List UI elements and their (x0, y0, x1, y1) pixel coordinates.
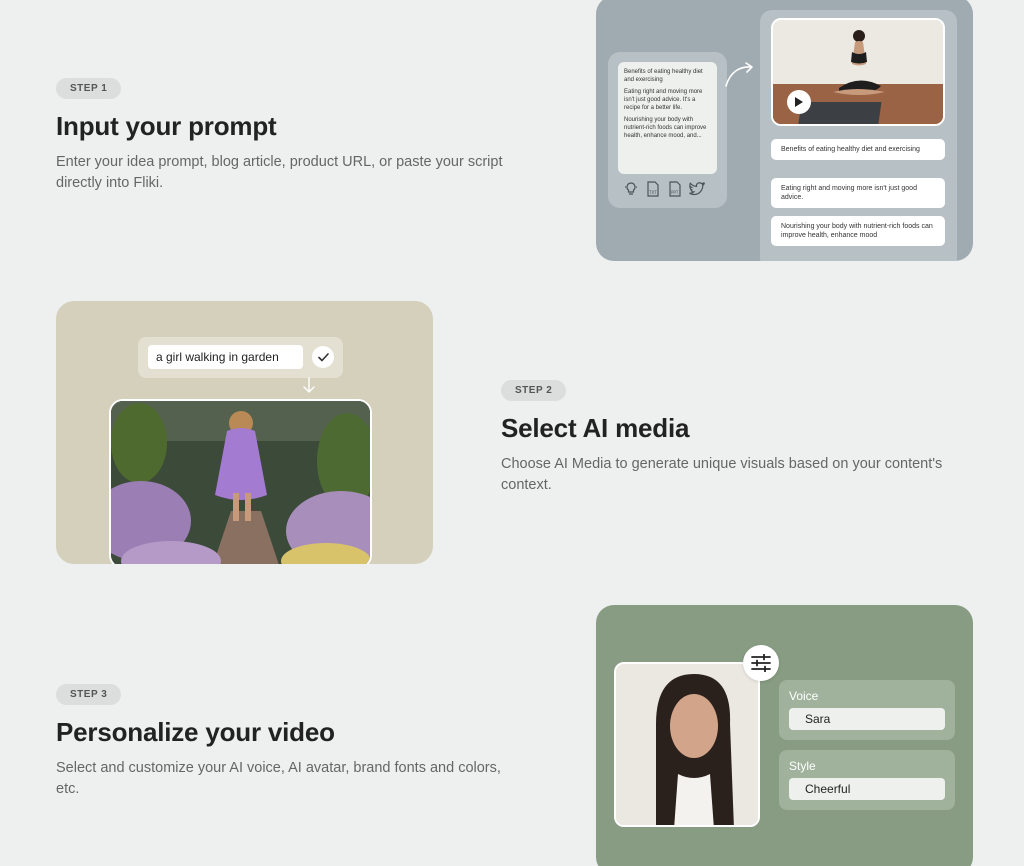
step-1-section: STEP 1 Input your prompt Enter your idea… (56, 78, 526, 194)
step-title: Input your prompt (56, 111, 277, 141)
source-icons: TXT PPT (622, 180, 706, 198)
avatar-preview[interactable] (614, 662, 760, 827)
video-preview[interactable] (771, 18, 945, 126)
personalize-illustration-card: Voice Sara Style Cheerful (596, 605, 973, 866)
media-prompt-input[interactable]: a girl walking in garden (148, 345, 303, 369)
svg-text:TXT: TXT (648, 190, 657, 195)
ai-media-illustration-card: a girl walking in garden (56, 301, 433, 564)
sliders-icon (751, 654, 771, 672)
down-arrow-icon (303, 377, 315, 393)
curved-arrow-icon (725, 62, 753, 87)
txt-file-icon[interactable]: TXT (644, 180, 662, 198)
check-icon (317, 352, 329, 361)
generated-image[interactable] (109, 399, 372, 564)
prompt-line: Eating right and moving more isn't just … (624, 89, 703, 111)
voice-field: Voice Sara (779, 680, 955, 740)
woman-portrait-image (616, 664, 758, 825)
lightbulb-icon[interactable] (622, 180, 640, 198)
step-description: Select and customize your AI voice, AI a… (56, 760, 501, 797)
style-label: Style (789, 759, 816, 773)
play-icon (795, 97, 803, 107)
prompt-line: Benefits of eating healthy diet and exer… (624, 69, 703, 83)
step-pill: STEP 3 (56, 684, 122, 705)
prompt-input-panel: Benefits of eating healthy diet and exer… (608, 52, 727, 208)
prompt-text-box[interactable]: Benefits of eating healthy diet and exer… (618, 62, 717, 174)
style-select[interactable]: Cheerful (789, 778, 945, 800)
step-3-section: STEP 3 Personalize your video Select and… (56, 684, 526, 800)
media-prompt-bar: a girl walking in garden (138, 337, 343, 378)
prompt-illustration-card: Benefits of eating healthy diet and exer… (596, 0, 973, 261)
play-button[interactable] (787, 90, 811, 114)
scene-card[interactable]: Eating right and moving more isn't just … (771, 178, 945, 208)
scene-card[interactable]: Nourishing your body with nutrient-rich … (771, 216, 945, 246)
confirm-button[interactable] (312, 346, 334, 368)
svg-text:PPT: PPT (671, 190, 679, 195)
voice-select[interactable]: Sara (789, 708, 945, 730)
step-title: Personalize your video (56, 717, 335, 747)
voice-label: Voice (789, 689, 819, 703)
scene-card[interactable]: Benefits of eating healthy diet and exer… (771, 139, 945, 160)
step-description: Enter your idea prompt, blog article, pr… (56, 154, 503, 191)
girl-in-garden-image (111, 401, 370, 564)
twitter-icon[interactable] (688, 180, 706, 198)
prompt-line: Nourishing your body with nutrient-rich … (624, 117, 707, 139)
step-title: Select AI media (501, 413, 690, 443)
step-description: Choose AI Media to generate unique visua… (501, 456, 943, 493)
step-pill: STEP 1 (56, 78, 122, 99)
customize-button[interactable] (743, 645, 779, 681)
step-2-section: STEP 2 Select AI media Choose AI Media t… (501, 380, 971, 496)
step-pill: STEP 2 (501, 380, 567, 401)
ppt-file-icon[interactable]: PPT (666, 180, 684, 198)
style-field: Style Cheerful (779, 750, 955, 810)
